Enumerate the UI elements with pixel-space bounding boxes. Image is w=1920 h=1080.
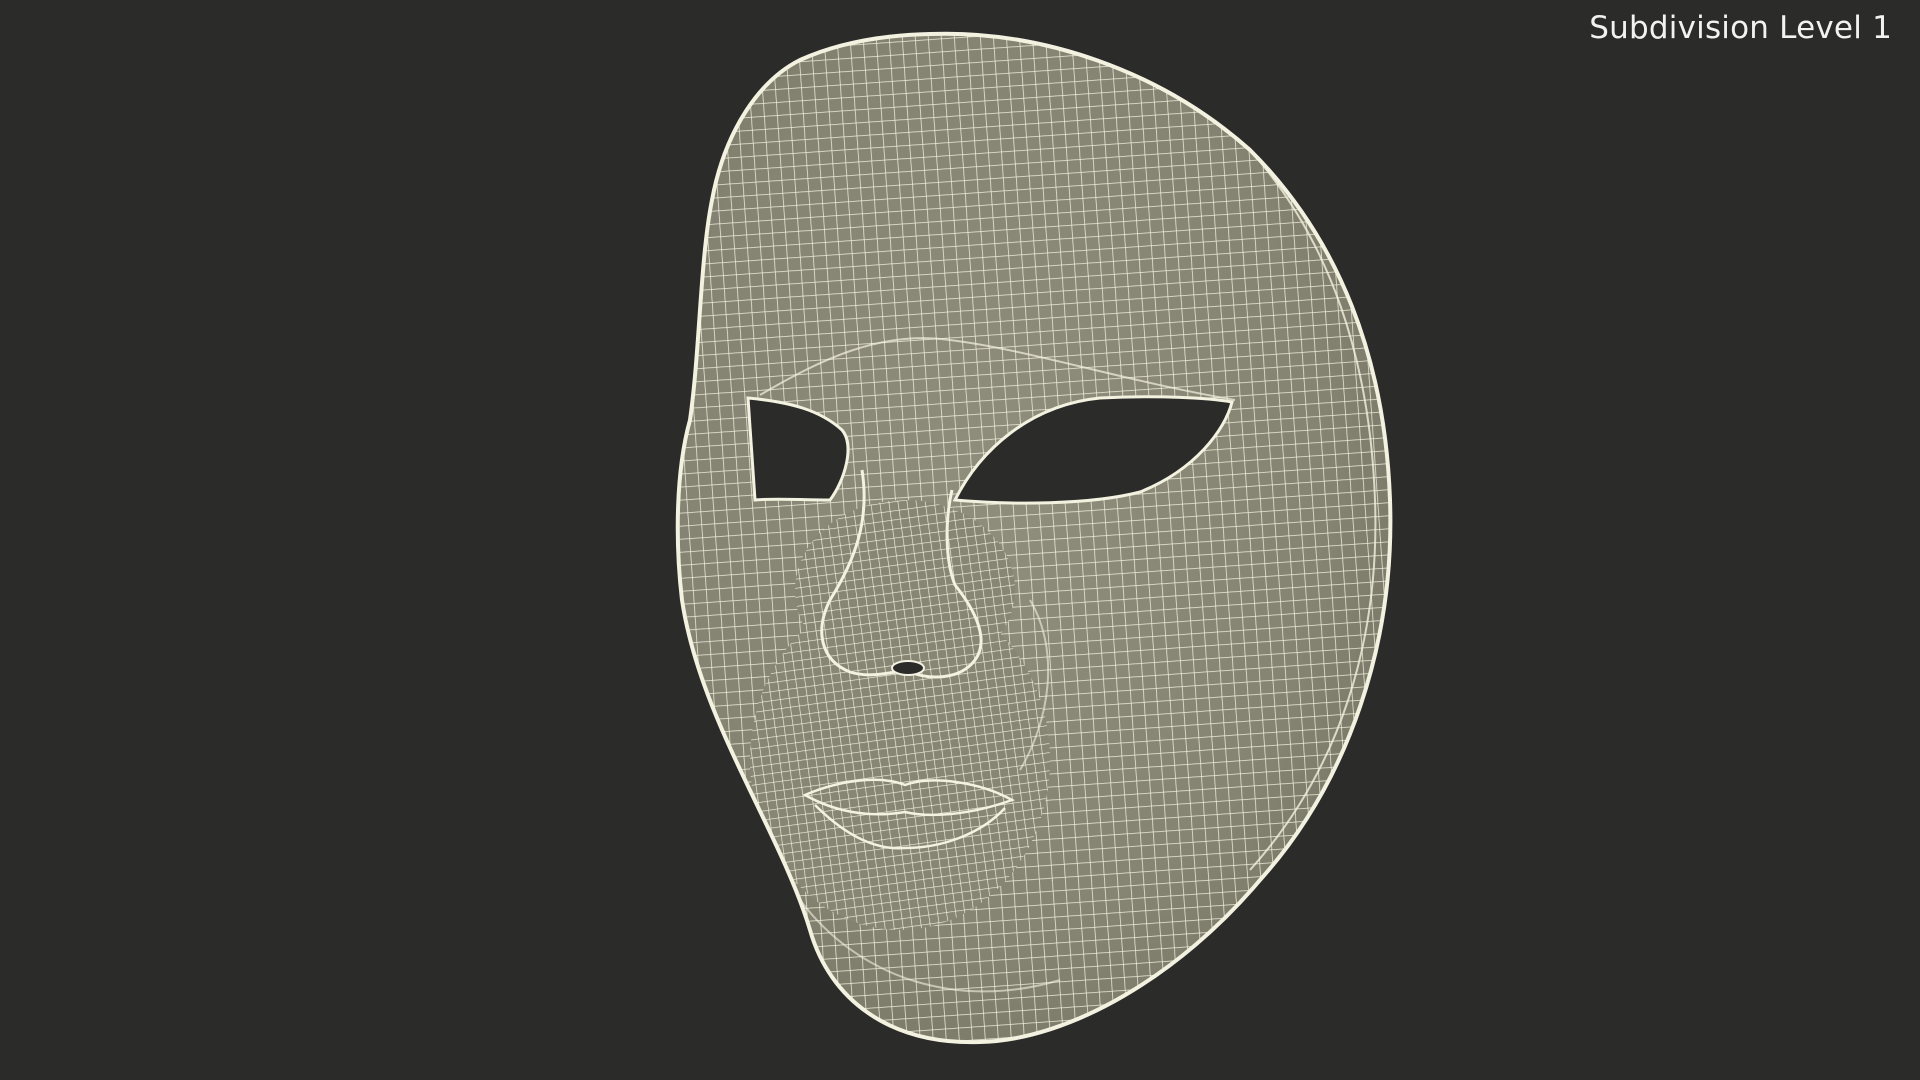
mask-wireframe (675, 31, 1393, 1045)
nostril-hole (891, 660, 925, 676)
render-viewport: Subdivision Level 1 (0, 0, 1920, 1080)
